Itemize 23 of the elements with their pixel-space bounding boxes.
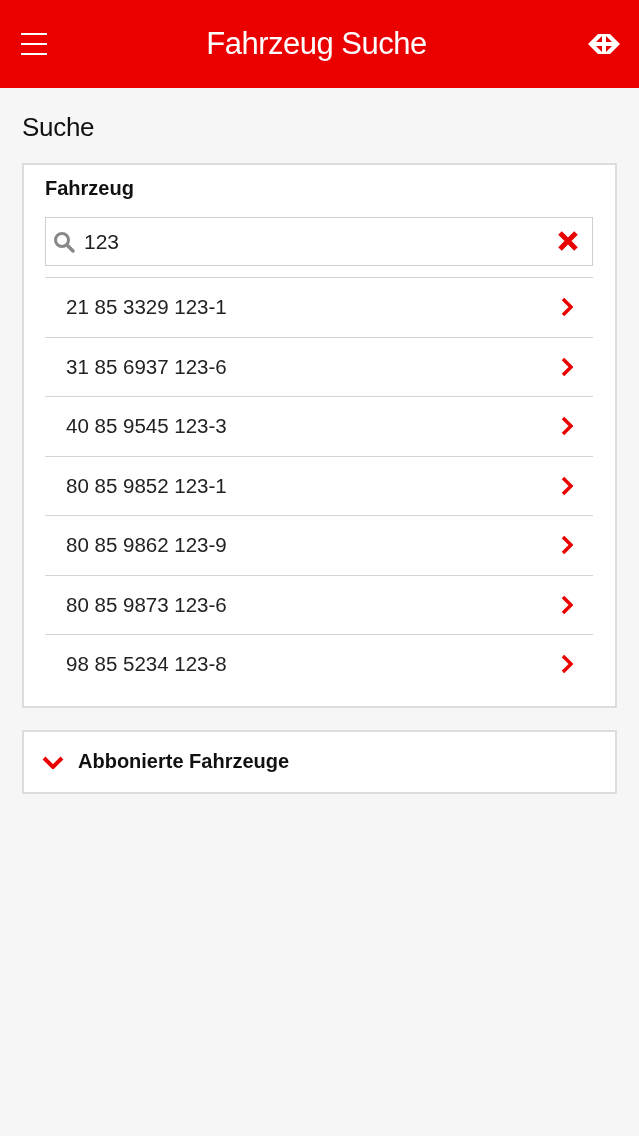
panel-title: Abbonierte Fahrzeuge — [78, 750, 290, 773]
result-item[interactable]: 80 85 9873 123-6 — [45, 575, 593, 635]
section-title: Suche — [22, 112, 96, 143]
result-item[interactable]: 21 85 3329 123-1 — [45, 278, 593, 338]
result-item[interactable]: 80 85 9852 123-1 — [45, 456, 593, 516]
result-item[interactable]: 80 85 9862 123-9 — [45, 516, 593, 576]
subscribed-panel[interactable]: Abbonierte Fahrzeuge — [22, 729, 617, 794]
chevron-right-icon — [561, 356, 573, 377]
chevron-right-icon — [561, 535, 573, 556]
clear-icon[interactable] — [557, 230, 579, 252]
chevron-right-icon — [561, 654, 573, 675]
chevron-right-icon — [561, 297, 573, 318]
result-item[interactable]: 31 85 6937 123-6 — [45, 337, 593, 397]
search-icon — [53, 231, 75, 253]
menu-icon[interactable] — [20, 32, 48, 56]
chevron-right-icon — [561, 594, 573, 615]
field-label: Fahrzeug — [45, 177, 135, 200]
search-field[interactable]: 123 — [45, 217, 593, 266]
chevron-right-icon — [561, 416, 573, 437]
chevron-right-icon — [561, 475, 573, 496]
result-item[interactable]: 40 85 9545 123-3 — [45, 397, 593, 457]
result-item[interactable]: 98 85 5234 123-8 — [45, 635, 593, 694]
header-title: Fahrzeug Suche — [206, 26, 427, 62]
